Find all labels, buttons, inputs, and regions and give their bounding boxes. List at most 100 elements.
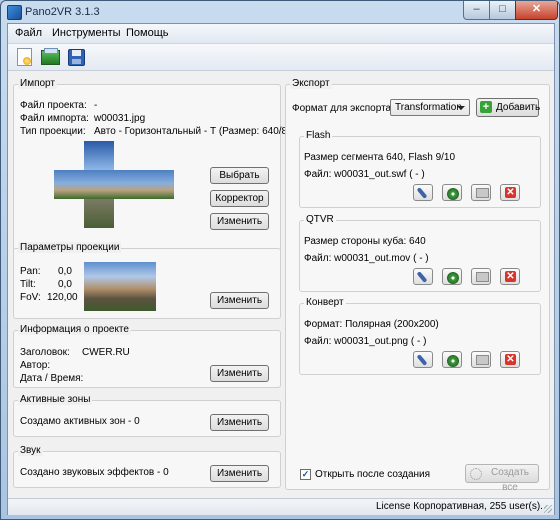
convert-preview-button[interactable] <box>471 351 491 368</box>
add-export-label: Добавить <box>496 102 541 113</box>
import-file-label: Файл импорта: <box>20 113 89 124</box>
monitor-icon <box>476 188 489 198</box>
projection-preview-image <box>84 262 156 311</box>
flash-settings-button[interactable] <box>413 184 433 201</box>
author-label: Автор: <box>20 360 51 371</box>
project-info-change-button[interactable]: Изменить <box>210 365 269 382</box>
cube-face-right <box>114 170 144 199</box>
qtvr-delete-button[interactable]: ✕ <box>500 268 520 285</box>
fov-value: 120,00 <box>47 292 78 303</box>
import-group: Импорт Файл проекта: - Файл импорта: w00… <box>13 78 290 256</box>
delete-icon: ✕ <box>505 271 516 282</box>
hotspots-title: Активные зоны <box>18 394 93 405</box>
cube-face-front <box>84 170 114 199</box>
gear-icon <box>447 355 459 367</box>
convert-export-group: Конверт Формат: Полярная (200x200) Файл:… <box>299 297 541 375</box>
new-project-icon <box>17 48 32 66</box>
app-icon <box>7 5 22 20</box>
save-project-button[interactable] <box>66 47 86 67</box>
flash-delete-button[interactable]: ✕ <box>500 184 520 201</box>
license-status: License Корпоративная, 255 user(s). <box>376 501 543 512</box>
minimize-button[interactable]: – <box>463 1 490 20</box>
fov-label: FoV: <box>20 292 41 303</box>
cube-face-top <box>84 141 114 170</box>
project-info-group: Информация о проекте Заголовок: CWER.RU … <box>13 324 281 388</box>
pan-label: Pan: <box>20 266 41 277</box>
client-area: Файл Инструменты Помощь Импорт Файл прое… <box>7 23 555 515</box>
flash-preview-button[interactable] <box>471 184 491 201</box>
heading-label: Заголовок: <box>20 347 70 358</box>
projection-type-value: Авто - Горизонтальный - Т (Размер: 640/8… <box>94 126 291 137</box>
open-after-checkbox[interactable]: ✓ <box>300 469 311 480</box>
new-project-button[interactable] <box>14 47 34 67</box>
status-bar: License Корпоративная, 255 user(s). <box>8 498 554 515</box>
projection-params-group: Параметры проекции Pan: 0,0 Tilt: 0,0 Fo… <box>13 242 281 319</box>
qtvr-build-button[interactable] <box>442 268 462 285</box>
plus-icon: + <box>480 101 492 113</box>
flash-export-group: Flash Размер сегмента 640, Flash 9/10 Фа… <box>299 130 541 208</box>
add-export-button[interactable]: + Добавить <box>476 98 541 117</box>
save-icon <box>68 49 85 66</box>
convert-info-line2: Файл: w00031_out.png ( - ) <box>304 336 427 347</box>
export-group: Экспорт Формат для экспорта: Transformat… <box>285 78 550 493</box>
flash-info-line2: Файл: w00031_out.swf ( - ) <box>304 169 425 180</box>
projection-change-button[interactable]: Изменить <box>210 292 269 309</box>
wrench-icon <box>416 354 428 366</box>
menu-help[interactable]: Помощь <box>126 27 169 39</box>
wrench-icon <box>416 271 428 283</box>
resize-grip[interactable] <box>544 505 552 513</box>
convert-delete-button[interactable]: ✕ <box>500 351 520 368</box>
create-all-label: Создать все <box>490 467 529 493</box>
sound-group: Звук Создано звуковых эффектов - 0 Измен… <box>13 445 281 488</box>
open-after-label: Открыть после создания <box>315 469 431 480</box>
import-file-value: w00031.jpg <box>94 113 146 124</box>
maximize-button[interactable]: □ <box>489 1 516 20</box>
heading-value: CWER.RU <box>82 347 130 358</box>
monitor-icon <box>476 272 489 282</box>
chevron-down-icon <box>457 106 465 110</box>
monitor-icon <box>476 355 489 365</box>
menu-bar: Файл Инструменты Помощь <box>8 24 554 44</box>
projection-type-label: Тип проекции: <box>20 126 86 137</box>
export-title: Экспорт <box>290 78 332 89</box>
qtvr-preview-button[interactable] <box>471 268 491 285</box>
convert-settings-button[interactable] <box>413 351 433 368</box>
hotspots-group: Активные зоны Создамо активных зон - 0 И… <box>13 394 281 437</box>
app-window: Pano2VR 3.1.3 – □ ✕ Файл Инструменты Пом… <box>0 0 560 520</box>
tilt-label: Tilt: <box>20 279 36 290</box>
close-button[interactable]: ✕ <box>515 1 558 20</box>
convert-info-line1: Формат: Полярная (200x200) <box>304 319 439 330</box>
sound-change-button[interactable]: Изменить <box>210 465 269 482</box>
datetime-label: Дата / Время: <box>20 373 84 384</box>
title-bar[interactable]: Pano2VR 3.1.3 – □ ✕ <box>1 1 559 23</box>
cube-face-bottom <box>84 199 114 228</box>
qtvr-info-line2: Файл: w00031_out.mov ( - ) <box>304 253 429 264</box>
qtvr-settings-button[interactable] <box>413 268 433 285</box>
wrench-icon <box>416 187 428 199</box>
open-project-button[interactable] <box>40 47 60 67</box>
pan-value: 0,0 <box>58 266 72 277</box>
qtvr-title: QTVR <box>304 214 336 225</box>
menu-tools[interactable]: Инструменты <box>52 27 121 39</box>
corrector-button[interactable]: Корректор <box>210 190 269 207</box>
delete-icon: ✕ <box>505 354 516 365</box>
cube-face-back <box>144 170 174 199</box>
flash-build-button[interactable] <box>442 184 462 201</box>
menu-file[interactable]: Файл <box>15 27 42 39</box>
toolbar <box>8 44 554 71</box>
project-info-title: Информация о проекте <box>18 324 131 335</box>
sound-title: Звук <box>18 445 43 456</box>
import-change-button[interactable]: Изменить <box>210 213 269 230</box>
open-project-icon <box>41 48 60 65</box>
export-format-select[interactable]: Transformation <box>390 99 470 116</box>
export-format-label: Формат для экспорта: <box>292 103 394 114</box>
select-button[interactable]: Выбрать <box>210 167 269 184</box>
hotspots-change-button[interactable]: Изменить <box>210 414 269 431</box>
gear-icon <box>447 272 459 284</box>
convert-build-button[interactable] <box>442 351 462 368</box>
delete-icon: ✕ <box>505 187 516 198</box>
create-all-button[interactable]: Создать все <box>465 464 539 493</box>
project-file-label: Файл проекта: <box>20 100 87 111</box>
gear-icon <box>470 468 482 480</box>
convert-title: Конверт <box>304 297 346 308</box>
